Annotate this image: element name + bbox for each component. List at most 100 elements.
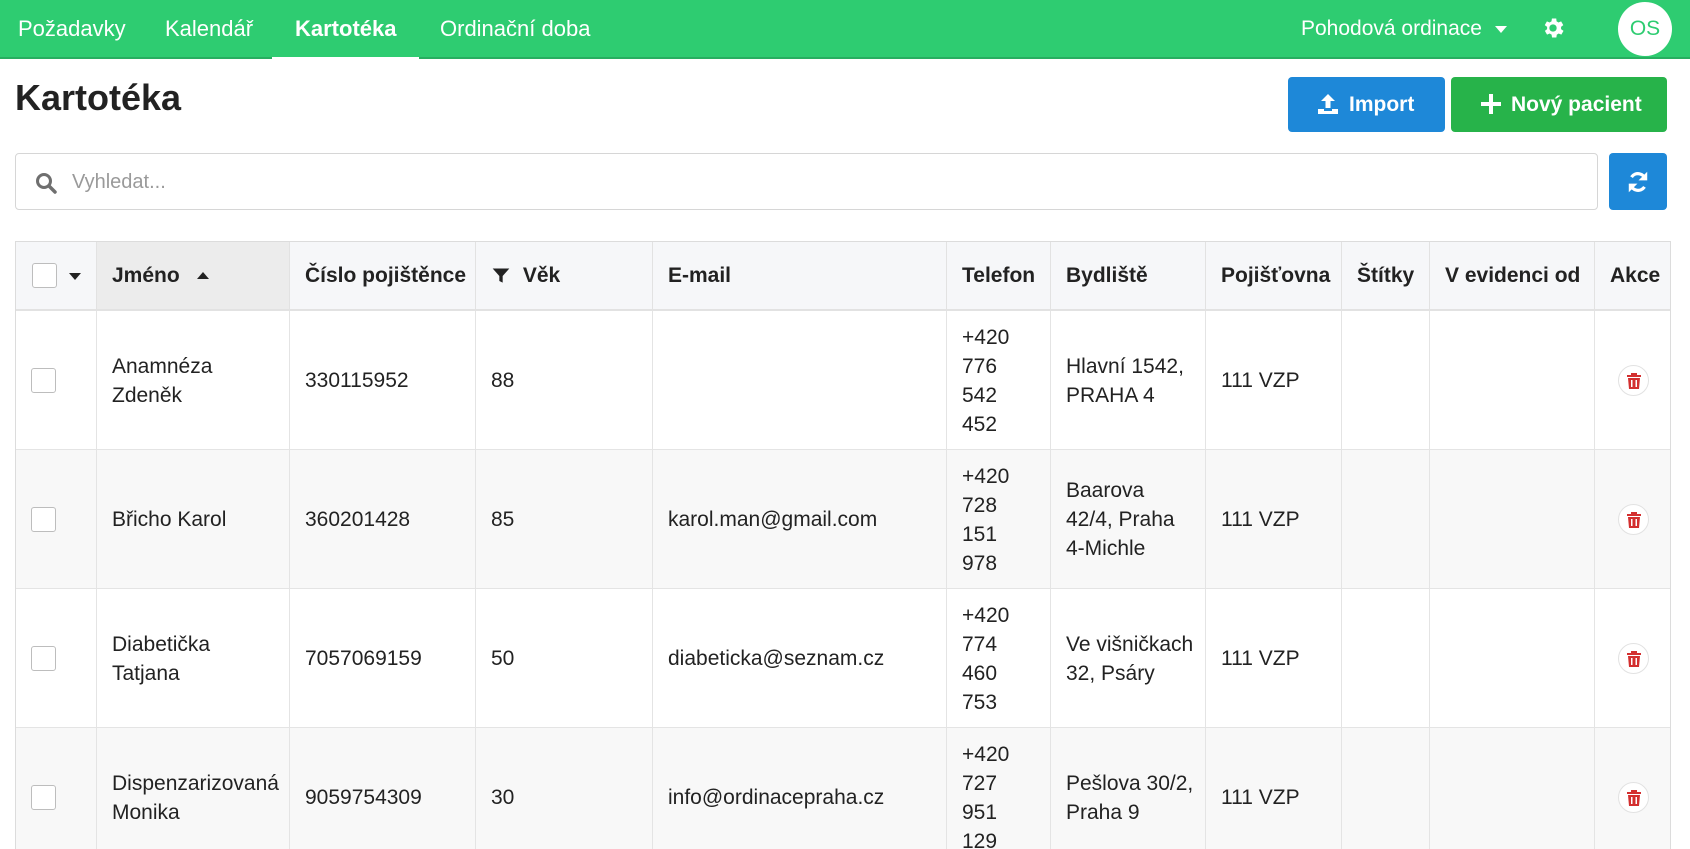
gear-icon[interactable] (1540, 15, 1566, 41)
header-name-label: Jméno (112, 264, 180, 287)
nav-item-kartoteka[interactable]: Kartotéka (272, 0, 420, 61)
cell-age-text: 50 (491, 647, 515, 670)
cell-address-line: PRAHA 4 (1066, 383, 1155, 407)
select-all-checkbox[interactable] (32, 263, 57, 288)
cell-email-text: karol.man@gmail.com (668, 508, 878, 531)
cell-email: info@ordinacepraha.cz (653, 728, 947, 849)
trash-icon (1626, 650, 1641, 667)
cell-phone-line: 774 (962, 632, 998, 656)
trash-icon (1626, 511, 1641, 528)
cell-phone: +420 776 542 452 (947, 311, 1051, 450)
cell-phone-line: 542 (962, 383, 998, 407)
table-header: Jméno Číslo pojištěnce Věk E-mail Telefo… (16, 242, 1670, 311)
cell-since (1430, 311, 1595, 450)
avatar[interactable]: OS (1618, 2, 1672, 56)
cell-since (1430, 728, 1595, 849)
cell-name-line: Tatjana (112, 661, 180, 685)
header-since[interactable]: V evidenci od (1430, 242, 1595, 309)
header-insurer[interactable]: Pojišťovna (1206, 242, 1342, 309)
cell-address: Baarova 42/4, Praha 4-Michle (1051, 450, 1206, 589)
header-email[interactable]: E-mail (653, 242, 947, 309)
cell-name-text: Břicho Karol (112, 505, 226, 534)
cell-actions (1595, 589, 1670, 728)
cell-phone-line: +420 (962, 325, 1010, 349)
cell-email: karol.man@gmail.com (653, 450, 947, 589)
refresh-icon (1628, 171, 1648, 193)
cell-phone-text: +420 728 151 978 (962, 462, 1009, 578)
cell-name: Dispenzarizovaná Monika (97, 728, 290, 849)
cell-tags (1342, 589, 1430, 728)
page-title: Kartotéka (15, 77, 182, 118)
trash-icon (1626, 789, 1641, 806)
plus-icon (1481, 94, 1501, 114)
cell-phone-line: 452 (962, 412, 998, 436)
cell-tags (1342, 450, 1430, 589)
patients-table: Jméno Číslo pojištěnce Věk E-mail Telefo… (15, 241, 1671, 849)
cell-name-line: Dispenzarizovaná (112, 771, 279, 795)
row-checkbox[interactable] (31, 785, 56, 810)
cell-select (16, 311, 97, 450)
header-age[interactable]: Věk (476, 242, 653, 309)
top-nav: Požadavky Kalendář Kartotéka Ordinační d… (0, 0, 1690, 61)
cell-age-text: 30 (491, 786, 515, 809)
cell-name: Diabetička Tatjana (97, 589, 290, 728)
header-actions: Akce (1610, 264, 1661, 287)
nav-item-ordinacni-doba[interactable]: Ordinační doba (440, 0, 590, 59)
header-tags[interactable]: Štítky (1342, 242, 1430, 309)
header-address[interactable]: Bydliště (1051, 242, 1206, 309)
select-all-column (16, 242, 97, 309)
delete-button[interactable] (1618, 365, 1649, 396)
filter-icon[interactable] (491, 266, 511, 286)
table-row[interactable]: Břicho Karol 360201428 85 karol.man@gmail.c… (16, 450, 1670, 589)
chevron-down-icon[interactable] (69, 273, 81, 280)
cell-address-line: 32, Psáry (1066, 661, 1155, 685)
cell-phone-line: 753 (962, 690, 998, 714)
delete-button[interactable] (1618, 504, 1649, 535)
cell-address-line: 42/4, Praha (1066, 508, 1175, 531)
table-row[interactable]: Diabetička Tatjana 7057069159 50 diabeticka@… (16, 589, 1670, 728)
cell-age: 50 (476, 589, 653, 728)
nav-item-kalendar[interactable]: Kalendář (165, 0, 253, 59)
header-name[interactable]: Jméno (97, 242, 290, 309)
cell-insurer: 111 VZP (1206, 728, 1342, 849)
row-checkbox[interactable] (31, 646, 56, 671)
cell-tags (1342, 311, 1430, 450)
upload-icon (1318, 94, 1338, 114)
delete-button[interactable] (1618, 643, 1649, 674)
cell-age-text: 85 (491, 508, 515, 531)
cell-address-text: Pešlova 30/2, Praha 9 (1066, 769, 1193, 827)
import-button[interactable]: Import (1288, 77, 1445, 132)
cell-insurance-no: 7057069159 (290, 589, 476, 728)
chevron-down-icon[interactable] (1495, 26, 1507, 33)
cell-address-text: Baarova 42/4, Praha 4-Michle (1066, 476, 1175, 563)
cell-phone-line: 727 (962, 771, 998, 795)
new-patient-button[interactable]: Nový pacient (1451, 77, 1667, 132)
row-checkbox[interactable] (31, 507, 56, 532)
table-row[interactable]: Anamnéza Zdeněk 330115952 88 +420 776 542 452 Hl… (16, 311, 1670, 450)
header-age-label: Věk (522, 264, 561, 287)
cell-select (16, 728, 97, 849)
cell-phone-line: 951 (962, 800, 998, 824)
refresh-button[interactable] (1609, 153, 1667, 210)
table-row[interactable]: Dispenzarizovaná Monika 9059754309 30 info@o… (16, 728, 1670, 849)
header-insurance-no[interactable]: Číslo pojištěnce (290, 242, 476, 309)
new-patient-button-label: Nový pacient (1511, 93, 1642, 116)
cell-insurer-text: 111 VZP (1221, 647, 1300, 670)
cell-insurer: 111 VZP (1206, 450, 1342, 589)
cell-name-line: Anamnéza (112, 354, 213, 378)
cell-phone: +420 774 460 753 (947, 589, 1051, 728)
header-phone[interactable]: Telefon (947, 242, 1051, 309)
trash-icon (1626, 372, 1641, 389)
cell-insurance-no: 360201428 (290, 450, 476, 589)
nav-item-pozadavky[interactable]: Požadavky (18, 0, 126, 59)
cell-phone: +420 728 151 978 (947, 450, 1051, 589)
practice-selector[interactable]: Pohodová ordinace (1301, 0, 1482, 59)
cell-address: Ve višničkach 32, Psáry (1051, 589, 1206, 728)
delete-button[interactable] (1618, 782, 1649, 813)
cell-address-line: Baarova (1066, 479, 1145, 502)
row-checkbox[interactable] (31, 368, 56, 393)
search-input[interactable] (72, 162, 1572, 202)
cell-phone-text: +420 727 951 129 (962, 740, 1009, 849)
sort-asc-icon (196, 272, 209, 280)
cell-insurance-no-text: 9059754309 (305, 786, 422, 809)
